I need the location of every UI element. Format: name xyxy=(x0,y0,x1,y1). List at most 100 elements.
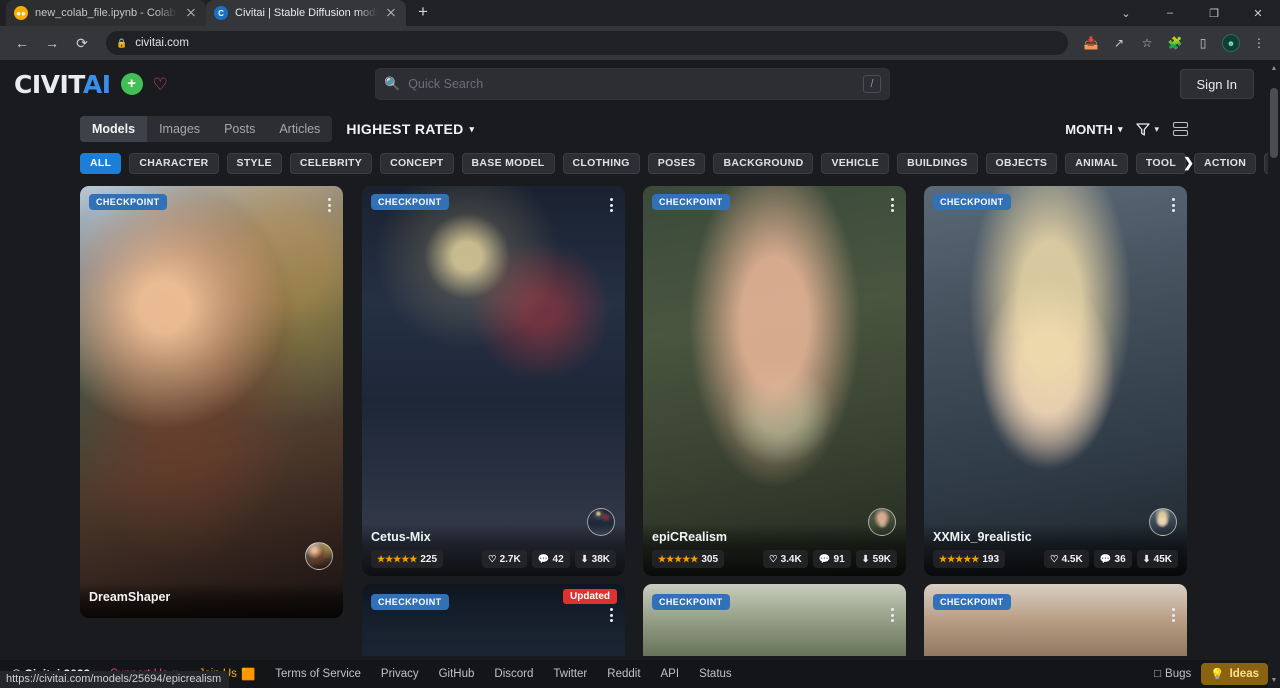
kebab-menu-icon[interactable] xyxy=(1170,606,1177,624)
reload-icon[interactable]: ⟳ xyxy=(68,29,96,57)
footer-link-reddit[interactable]: Reddit xyxy=(607,668,640,680)
tag-vehicle[interactable]: VEHICLE xyxy=(821,153,889,174)
model-card-row2-3[interactable]: CHECKPOINT xyxy=(924,584,1187,656)
tag-style[interactable]: STYLE xyxy=(227,153,282,174)
period-dropdown[interactable]: MONTH ▾ xyxy=(1065,122,1122,137)
category-tag-row[interactable]: ALL CHARACTER STYLE CELEBRITY CONCEPT BA… xyxy=(0,149,1268,177)
tab-models[interactable]: Models xyxy=(80,116,147,142)
kebab-menu-icon[interactable] xyxy=(608,196,615,214)
new-tab-button[interactable]: + xyxy=(410,0,436,25)
model-card-cetus-mix[interactable]: CHECKPOINT Cetus-Mix ★★★★★ 225 xyxy=(362,186,625,576)
model-title: XXMix_9realistic xyxy=(933,530,1178,544)
tab-posts[interactable]: Posts xyxy=(212,116,267,142)
search-shortcut-badge: / xyxy=(863,75,881,93)
minimize-icon[interactable]: – xyxy=(1148,0,1192,26)
footer-link-status[interactable]: Status xyxy=(699,668,732,680)
close-icon[interactable] xyxy=(184,6,198,20)
kebab-menu-icon[interactable] xyxy=(889,196,896,214)
page-scrollbar[interactable]: ▲ ▼ xyxy=(1268,60,1280,688)
heart-icon: ♡ xyxy=(488,554,497,565)
side-panel-icon[interactable]: ▯ xyxy=(1190,30,1216,56)
tag-tool[interactable]: TOOL xyxy=(1136,153,1186,174)
extensions-icon[interactable]: 🧩 xyxy=(1162,30,1188,56)
footer-link-terms[interactable]: Terms of Service xyxy=(275,668,361,680)
create-button[interactable]: + xyxy=(121,73,143,95)
tag-objects[interactable]: OBJECTS xyxy=(986,153,1058,174)
model-stats: ★★★★★ 225 ♡2.7K 💬42 ⬇38K xyxy=(371,550,616,568)
browser-tab-colab[interactable]: ●● new_colab_file.ipynb - Colaborat xyxy=(6,0,206,26)
bookmark-star-icon[interactable]: ☆ xyxy=(1134,30,1160,56)
chrome-menu-icon[interactable]: ⋮ xyxy=(1246,30,1272,56)
download-icon: ⬇ xyxy=(581,554,589,565)
creator-avatar[interactable] xyxy=(1149,508,1177,536)
footer-link-github[interactable]: GitHub xyxy=(439,668,475,680)
share-icon[interactable]: ↗ xyxy=(1106,30,1132,56)
logo-text: CIVITAI xyxy=(14,70,111,99)
tag-poses[interactable]: POSES xyxy=(648,153,706,174)
profile-avatar[interactable]: ☻ xyxy=(1218,30,1244,56)
tab-search-icon[interactable]: ⌄ xyxy=(1104,0,1148,26)
grid-column-3: CHECKPOINT epiCRealism ★★★★★ 305 xyxy=(643,186,906,656)
creator-avatar[interactable] xyxy=(868,508,896,536)
kebab-menu-icon[interactable] xyxy=(608,606,615,624)
search-input[interactable]: 🔍 Quick Search / xyxy=(375,68,890,100)
kebab-menu-icon[interactable] xyxy=(889,606,896,624)
model-type-badge: CHECKPOINT xyxy=(933,594,1011,610)
tab-images[interactable]: Images xyxy=(147,116,212,142)
creator-avatar[interactable] xyxy=(305,542,333,570)
tag-clothing[interactable]: CLOTHING xyxy=(563,153,640,174)
footer-link-discord[interactable]: Discord xyxy=(494,668,533,680)
creator-avatar[interactable] xyxy=(587,508,615,536)
maximize-icon[interactable]: ❐ xyxy=(1192,0,1236,26)
sign-in-button[interactable]: Sign In xyxy=(1180,69,1254,99)
tag-character[interactable]: CHARACTER xyxy=(129,153,218,174)
layout-toggle-button[interactable] xyxy=(1173,122,1188,136)
likes-chip: ♡4.5K xyxy=(1044,550,1089,568)
comment-icon: 💬 xyxy=(1100,554,1112,565)
tag-animal[interactable]: ANIMAL xyxy=(1065,153,1128,174)
model-card-epicrealism[interactable]: CHECKPOINT epiCRealism ★★★★★ 305 xyxy=(643,186,906,576)
kebab-menu-icon[interactable] xyxy=(326,196,333,214)
browser-tab-civitai[interactable]: C Civitai | Stable Diffusion models, xyxy=(206,0,406,26)
sort-dropdown[interactable]: HIGHEST RATED ▾ xyxy=(346,121,474,137)
tag-concept[interactable]: CONCEPT xyxy=(380,153,453,174)
downloads-chip: ⬇45K xyxy=(1137,550,1178,568)
tag-buildings[interactable]: BUILDINGS xyxy=(897,153,977,174)
close-window-icon[interactable]: ✕ xyxy=(1236,0,1280,26)
rating-count: 193 xyxy=(982,554,999,565)
scroll-down-icon[interactable]: ▼ xyxy=(1268,674,1280,686)
ideas-label: Ideas xyxy=(1230,668,1259,680)
model-card-row2-2[interactable]: CHECKPOINT xyxy=(643,584,906,656)
kebab-menu-icon[interactable] xyxy=(1170,196,1177,214)
search-icon: 🔍 xyxy=(384,76,400,92)
filter-funnel-icon xyxy=(1136,123,1150,136)
filter-button[interactable]: ▾ xyxy=(1136,123,1159,136)
tag-scroll-right-icon[interactable]: ❯ xyxy=(1183,155,1194,171)
install-icon[interactable]: 📥 xyxy=(1078,30,1104,56)
site-logo[interactable]: CIVITAI + ♡ xyxy=(14,70,168,99)
heart-icon[interactable]: ♡ xyxy=(153,76,168,93)
tag-action[interactable]: ACTION xyxy=(1194,153,1256,174)
tab-articles[interactable]: Articles xyxy=(267,116,332,142)
footer-link-privacy[interactable]: Privacy xyxy=(381,668,419,680)
content-type-tabs: Models Images Posts Articles xyxy=(80,116,332,142)
tag-all[interactable]: ALL xyxy=(80,153,121,174)
forward-icon[interactable]: → xyxy=(38,29,66,57)
footer-link-twitter[interactable]: Twitter xyxy=(553,668,587,680)
footer-link-api[interactable]: API xyxy=(661,668,680,680)
tag-celebrity[interactable]: CELEBRITY xyxy=(290,153,372,174)
close-icon[interactable] xyxy=(384,6,398,20)
address-bar[interactable]: 🔒 civitai.com xyxy=(106,31,1068,55)
bugs-button[interactable]: □Bugs xyxy=(1154,668,1191,680)
model-card-row2-1[interactable]: CHECKPOINT Updated xyxy=(362,584,625,656)
ideas-button[interactable]: 💡Ideas xyxy=(1201,663,1268,685)
back-icon[interactable]: ← xyxy=(8,29,36,57)
model-card-xxmix-9realistic[interactable]: CHECKPOINT XXMix_9realistic ★★★★★ 193 xyxy=(924,186,1187,576)
scroll-up-icon[interactable]: ▲ xyxy=(1268,62,1280,74)
scrollbar-thumb[interactable] xyxy=(1270,88,1278,158)
likes-chip: ♡3.4K xyxy=(763,550,808,568)
tag-base-model[interactable]: BASE MODEL xyxy=(462,153,555,174)
model-card-dreamshaper[interactable]: CHECKPOINT DreamShaper xyxy=(80,186,343,618)
tag-background[interactable]: BACKGROUND xyxy=(713,153,813,174)
search-wrapper: 🔍 Quick Search / xyxy=(375,68,890,100)
